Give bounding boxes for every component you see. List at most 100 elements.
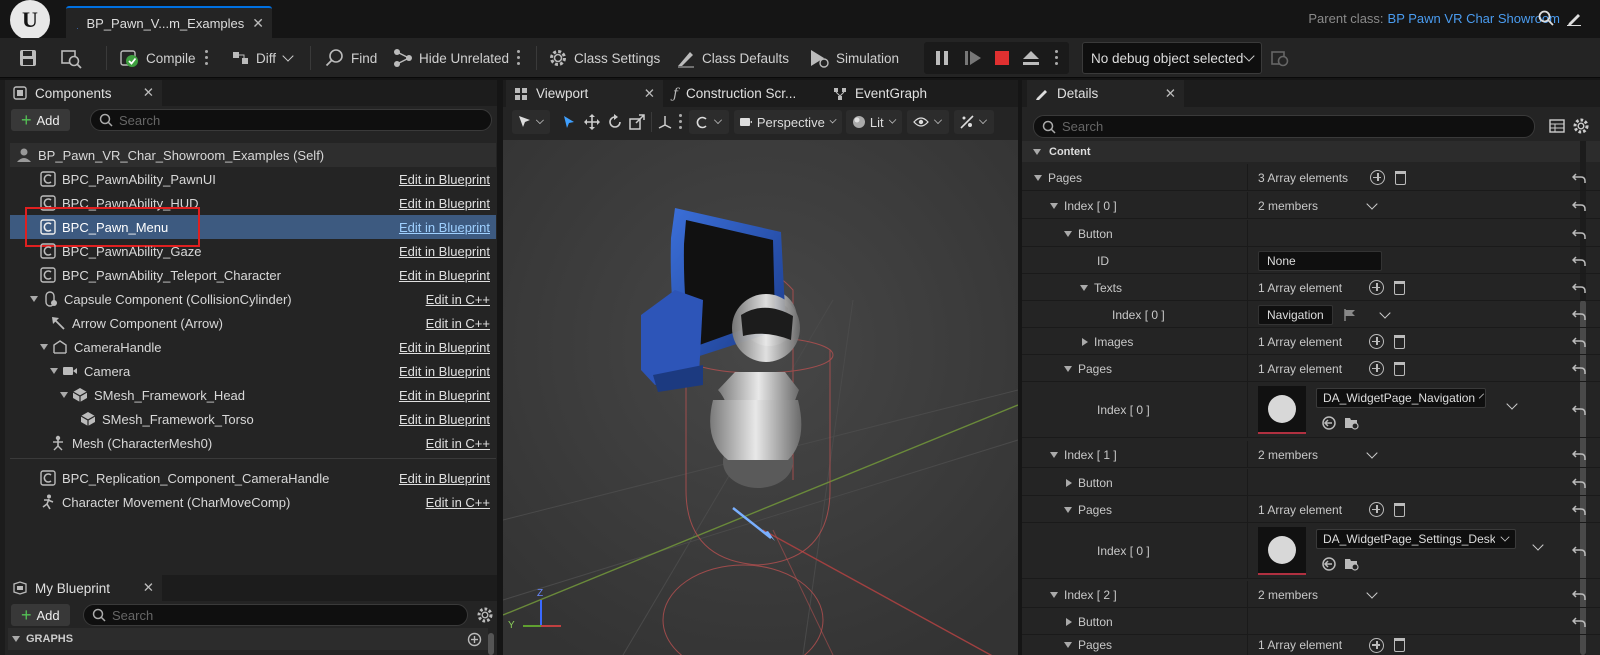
expand-arrow-icon[interactable] [50,368,58,374]
compile-options-icon[interactable] [205,50,209,66]
edit-in-blueprint-link[interactable]: Edit in Blueprint [399,412,490,427]
tab-components[interactable]: Components ✕ [5,80,162,106]
add-element-icon[interactable] [1369,361,1385,376]
expand-arrow-icon[interactable] [1066,617,1072,626]
id-field[interactable]: None [1258,250,1382,271]
reset-to-default-icon[interactable] [1572,544,1586,558]
scale-icon[interactable] [629,114,645,130]
property-row-texts[interactable]: Texts 1 Array element [1022,274,1600,301]
component-row[interactable]: Arrow Component (Arrow) Edit in C++ [10,311,496,335]
browse-content-icon[interactable] [1344,416,1360,430]
details-search-input[interactable]: Search [1033,115,1535,138]
component-row[interactable]: Camera Edit in Blueprint [10,359,496,383]
property-row-id[interactable]: ID None [1022,247,1600,274]
asset-thumbnail[interactable] [1258,386,1306,434]
eject-icon[interactable] [1022,50,1040,66]
property-row-page-asset[interactable]: Index [ 0 ] DA_WidgetPage_Navigation [1022,382,1600,438]
reset-to-default-icon[interactable] [1572,362,1586,376]
edit-in-blueprint-link[interactable]: Edit in Blueprint [399,172,490,187]
property-row-pages[interactable]: Pages 3 Array elements [1022,164,1600,191]
gear-icon[interactable] [476,606,494,624]
world-local-icon[interactable] [657,114,673,130]
expand-arrow-icon[interactable] [30,296,38,302]
expand-arrow-icon[interactable] [40,344,48,350]
tab-event-graph[interactable]: EventGraph [825,80,965,107]
asset-picker-dropdown[interactable]: DA_WidgetPage_Settings_Deskto [1316,529,1516,549]
close-icon[interactable]: ✕ [143,85,154,101]
property-row-images[interactable]: Images 1 Array element [1022,328,1600,355]
viewport-canvas[interactable]: Z Y [503,140,1018,655]
add-element-icon[interactable] [1369,637,1385,653]
search-icon[interactable] [1538,10,1554,26]
property-row-sub-pages[interactable]: Pages 1 Array element [1022,355,1600,382]
property-row-sub-pages[interactable]: Pages 1 Array element [1022,635,1600,655]
browse-content-icon[interactable] [1344,557,1360,571]
add-element-icon[interactable] [1370,170,1386,185]
edit-in-blueprint-link[interactable]: Edit in Blueprint [399,388,490,403]
pause-icon[interactable] [934,50,950,66]
snap-button[interactable] [689,110,729,134]
content-section-header[interactable]: Content [1022,141,1600,162]
chevron-down-icon[interactable] [1379,306,1391,319]
debug-object-select[interactable]: No debug object selected [1082,42,1262,74]
tab-viewport[interactable]: Viewport ✕ [506,80,663,107]
parent-class-link[interactable]: BP Pawn VR Char Showroom [1388,11,1560,26]
chevron-down-icon[interactable] [1366,586,1378,599]
simulation-button[interactable]: Simulation [808,38,899,78]
property-row-button[interactable]: Button [1022,469,1600,496]
debug-browse-icon[interactable] [1270,48,1290,68]
hide-unrelated-options-icon[interactable] [517,50,521,66]
collapse-arrow-icon[interactable] [1064,365,1072,372]
close-icon[interactable]: ✕ [1165,86,1176,102]
diff-button[interactable]: Diff [232,38,294,78]
select-mode-button[interactable] [512,110,550,134]
graphs-section-header[interactable]: GRAPHS [8,628,488,650]
reset-to-default-icon[interactable] [1572,254,1586,268]
document-tab[interactable]: BP_Pawn_V...m_Examples ✕ [66,6,272,38]
tab-my-blueprint[interactable]: My Blueprint ✕ [5,575,162,601]
delete-icon[interactable] [1395,170,1407,185]
add-element-icon[interactable] [1369,502,1385,517]
delete-icon[interactable] [1394,361,1406,376]
reset-to-default-icon[interactable] [1572,615,1586,629]
asset-picker-dropdown[interactable]: DA_WidgetPage_Navigation [1316,388,1486,408]
my-blueprint-search-input[interactable]: Search [83,604,468,626]
add-member-button[interactable]: + Add [11,604,70,626]
edit-in-blueprint-link[interactable]: Edit in Blueprint [399,471,490,486]
chevron-down-icon[interactable] [1506,398,1518,410]
delete-icon[interactable] [1394,502,1406,517]
property-row-text-index[interactable]: Index [ 0 ] Navigation [1022,301,1600,328]
edit-in-cpp-link[interactable]: Edit in C++ [426,436,490,451]
edit-in-blueprint-link[interactable]: Edit in Blueprint [399,364,490,379]
edit-in-cpp-link[interactable]: Edit in C++ [426,316,490,331]
component-row[interactable]: SMesh_Framework_Torso Edit in Blueprint [10,407,496,431]
collapse-arrow-icon[interactable] [1064,506,1072,513]
gear-icon[interactable] [1572,117,1590,135]
lit-button[interactable]: Lit [846,110,902,134]
delete-icon[interactable] [1394,334,1406,349]
collapse-arrow-icon[interactable] [1034,174,1042,181]
rotate-icon[interactable] [607,114,623,130]
show-flags-button[interactable] [907,110,949,134]
property-row-index[interactable]: Index [ 0 ] 2 members [1022,192,1600,219]
use-selected-icon[interactable] [1322,416,1336,430]
scrollbar[interactable] [488,633,494,655]
delete-icon[interactable] [1394,638,1406,652]
play-options-icon[interactable] [1055,50,1059,66]
add-graph-icon[interactable] [467,632,482,647]
unreal-logo-icon[interactable]: U [10,0,50,40]
transform-options-icon[interactable] [679,114,683,130]
stop-icon[interactable] [994,50,1010,66]
reset-to-default-icon[interactable] [1572,588,1586,602]
perspective-button[interactable]: Perspective [734,110,842,134]
collapse-arrow-icon[interactable] [1050,202,1058,209]
reset-to-default-icon[interactable] [1572,308,1586,322]
property-row-index[interactable]: Index [ 1 ] 2 members [1022,441,1600,468]
select-icon[interactable] [562,115,576,129]
component-row[interactable]: Mesh (CharacterMesh0) Edit in C++ [10,431,496,455]
property-row-button[interactable]: Button [1022,608,1600,635]
reset-to-default-icon[interactable] [1572,476,1586,490]
expand-arrow-icon[interactable] [1066,478,1072,487]
collapse-arrow-icon[interactable] [1080,284,1088,291]
component-row[interactable]: Character Movement (CharMoveComp) Edit in… [10,490,496,514]
